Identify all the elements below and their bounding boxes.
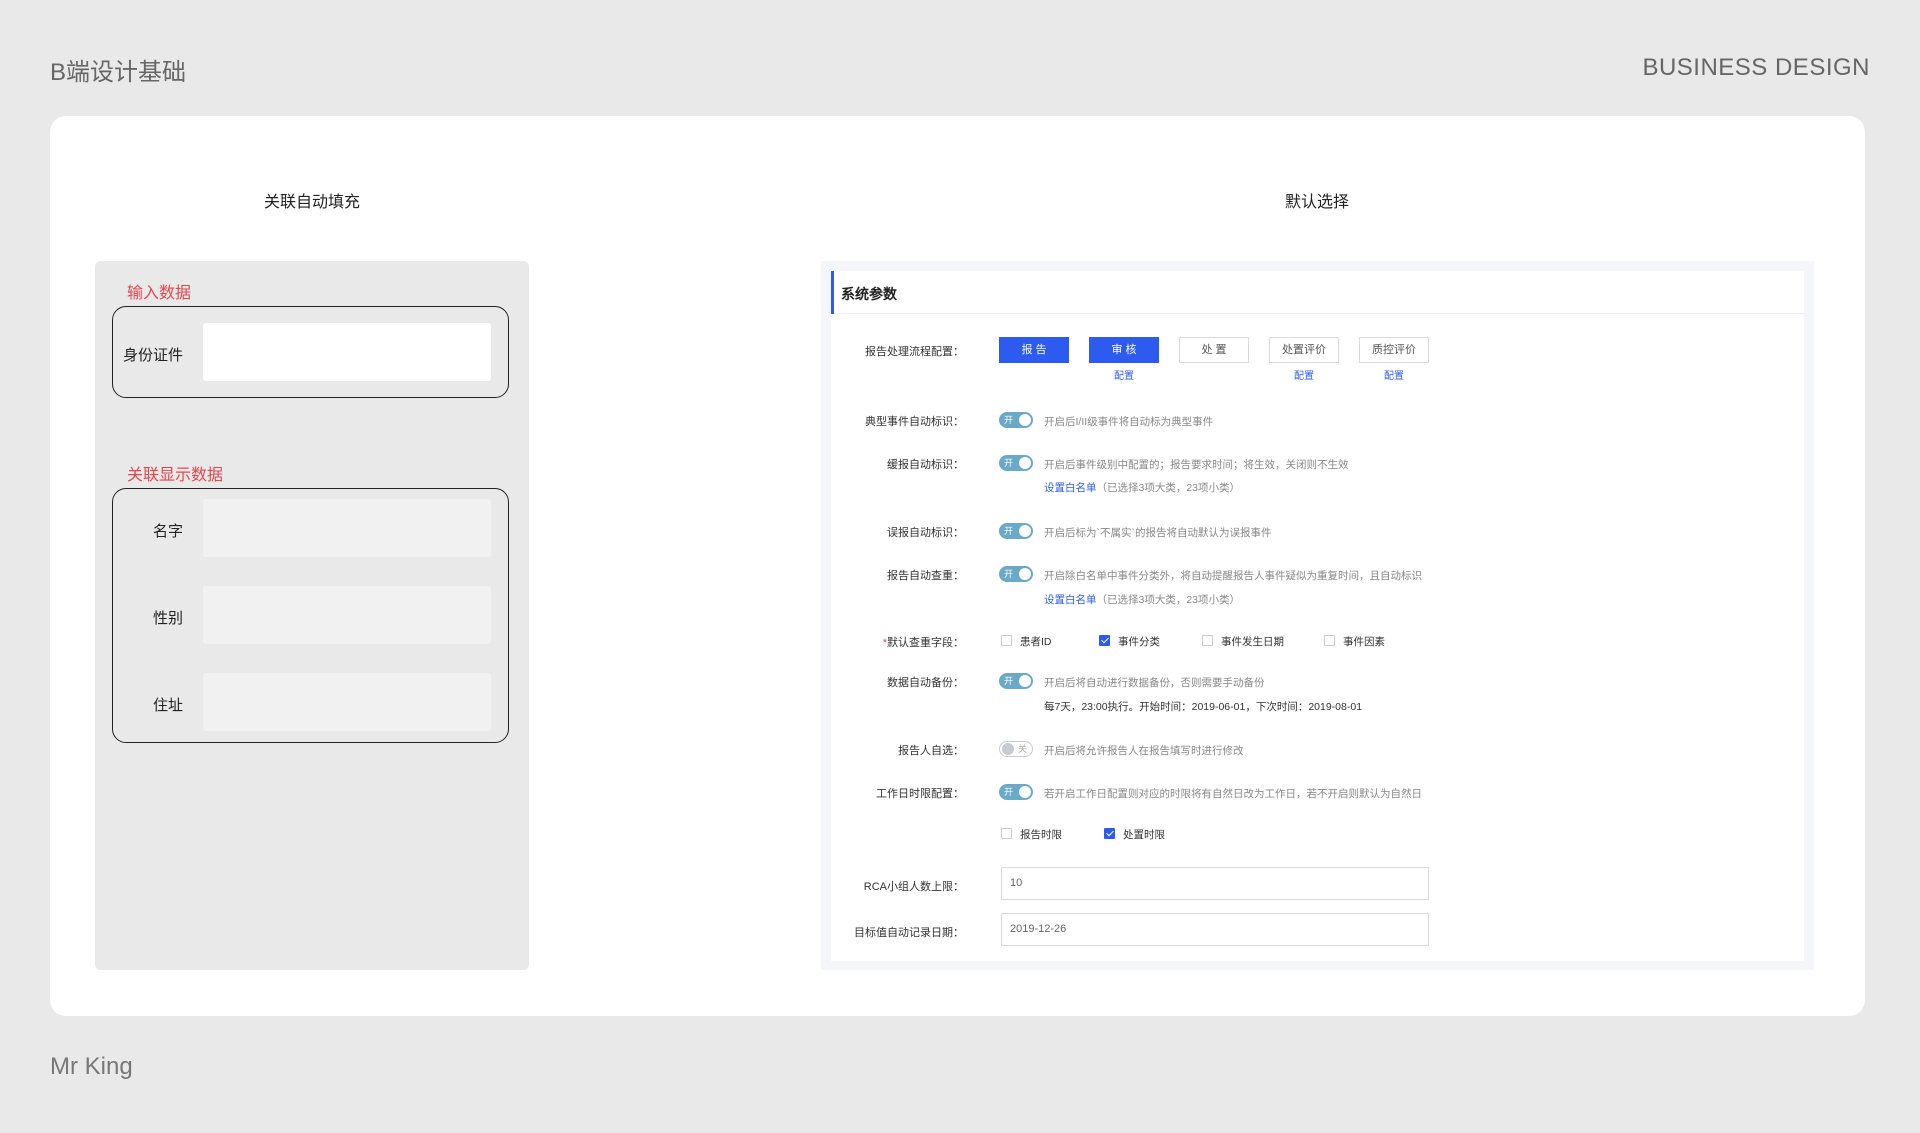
self-select-toggle[interactable]: 关 [999,741,1033,757]
qc-eval-config-link[interactable]: 配置 [1359,367,1429,382]
backup-schedule: 每7天，23:00执行。开始时间：2019-06-01，下次时间：2019-08… [1044,701,1363,713]
set-whitelist-link[interactable]: 设置白名单 [1044,594,1097,606]
late-report-desc: 开启后事件级别中配置的；报告要求时间；将生效，关闭则不生效 [1044,459,1349,471]
display-group-box: 名字 性别 住址 [112,488,509,743]
toggle-knob [1019,675,1031,687]
self-select-label: 报告人自选： [898,745,964,757]
self-select-desc: 开启后将允许报告人在报告填写时进行修改 [1044,745,1244,757]
event-category-checkbox[interactable] [1099,635,1110,646]
toggle-state-text: 开 [1004,526,1014,536]
toggle-state-text: 开 [1004,458,1014,468]
step-report-button[interactable]: 报 告 [999,337,1069,363]
left-section-title: 关联自动填充 [263,194,361,211]
review-config-link[interactable]: 配置 [1089,367,1159,382]
header-accent-bar [831,271,834,314]
false-report-toggle[interactable]: 开 [999,523,1033,539]
id-card-label: 身份证件 [122,347,183,364]
report-limit-label: 报告时限 [1020,829,1062,841]
gender-field [203,586,491,644]
workday-desc: 若开启工作日配置则对应的时限将有自然日改为工作日，若不开启则默认为自然日 [1044,788,1422,800]
dedupe-whitelist: 设置白名单（已选择3项大类，23项小类） [1044,592,1240,607]
dedupe-fields-label: *默认查重字段： [883,634,964,650]
whitelist-note: （已选择3项大类，23项小类） [1096,594,1241,606]
system-params-form: 系统参数 报告处理流程配置： 报 告 审 核 处 置 处置评价 质控评价 配置 … [831,271,1804,961]
toggle-knob [1019,457,1031,469]
false-report-desc: 开启后标为`不属实`的报告将自动默认为误报事件 [1044,527,1272,539]
event-factor-checkbox[interactable] [1324,635,1335,646]
patient-id-label: 患者ID [1020,636,1052,648]
typical-event-label: 典型事件自动标识： [865,416,964,428]
event-category-label: 事件分类 [1118,636,1160,648]
whitelist-note: （已选择3项大类，23项小类） [1096,482,1241,494]
late-report-label: 缓报自动标识： [887,459,964,471]
right-section-title: 默认选择 [1284,194,1350,211]
author-name: Mr King [50,1053,133,1080]
process-label: 报告处理流程配置： [865,346,964,358]
toggle-state-text: 开 [1004,415,1014,425]
event-date-label: 事件发生日期 [1221,636,1284,648]
event-factor-label: 事件因素 [1343,636,1385,648]
dispose-limit-label: 处置时限 [1123,829,1165,841]
dedupe-fields-label-text: 默认查重字段： [887,637,964,649]
rca-limit-input[interactable]: 10 [1001,867,1429,900]
event-date-checkbox[interactable] [1202,635,1213,646]
backup-desc: 开启后将自动进行数据备份，否则需要手动备份 [1044,677,1265,689]
dedupe-check-label: 报告自动查重： [887,570,964,582]
toggle-knob [1002,743,1014,755]
toggle-knob [1019,786,1031,798]
toggle-knob [1019,568,1031,580]
workday-toggle[interactable]: 开 [999,784,1033,800]
step-qc-eval-button[interactable]: 质控评价 [1359,337,1429,363]
step-dispose-button[interactable]: 处 置 [1179,337,1249,363]
late-report-whitelist: 设置白名单（已选择3项大类，23项小类） [1044,480,1240,495]
brand-subtitle: BUSINESS DESIGN [1642,54,1870,81]
toggle-knob [1019,414,1031,426]
toggle-knob [1019,525,1031,537]
toggle-state-text: 关 [1017,744,1027,754]
backup-label: 数据自动备份： [887,677,964,689]
target-date-label: 目标值自动记录日期： [854,927,964,939]
toggle-state-text: 开 [1004,569,1014,579]
address-label: 住址 [152,697,183,714]
name-field [203,499,491,557]
step-review-button[interactable]: 审 核 [1089,337,1159,363]
id-card-input[interactable] [203,323,491,381]
name-label: 名字 [152,523,183,540]
set-whitelist-link[interactable]: 设置白名单 [1044,482,1097,494]
target-date-input[interactable]: 2019-12-26 [1001,913,1429,946]
input-group-box: 身份证件 [112,306,509,398]
false-report-label: 误报自动标识： [887,527,964,539]
report-limit-checkbox[interactable] [1001,828,1012,839]
system-params-panel: 系统参数 报告处理流程配置： 报 告 审 核 处 置 处置评价 质控评价 配置 … [821,261,1814,970]
input-group-label: 输入数据 [127,285,192,302]
backup-toggle[interactable]: 开 [999,673,1033,689]
dedupe-check-toggle[interactable]: 开 [999,566,1033,582]
display-group-label: 关联显示数据 [127,467,224,484]
dedupe-check-desc: 开启除白名单中事件分类外，将自动提醒报告人事件疑似为重复时间，且自动标识 [1044,570,1422,582]
toggle-state-text: 开 [1004,676,1014,686]
brand-title: B端设计基础 [50,59,187,86]
workday-label: 工作日时限配置： [876,788,964,800]
toggle-state-text: 开 [1004,787,1014,797]
panel-header: 系统参数 [831,271,1804,314]
gender-label: 性别 [152,610,183,627]
auto-fill-panel: 输入数据 身份证件 关联显示数据 名字 性别 住址 [95,261,529,970]
late-report-toggle[interactable]: 开 [999,455,1033,471]
dispose-limit-checkbox[interactable] [1104,828,1115,839]
address-field [203,673,491,731]
dispose-eval-config-link[interactable]: 配置 [1269,367,1339,382]
patient-id-checkbox[interactable] [1001,635,1012,646]
step-dispose-eval-button[interactable]: 处置评价 [1269,337,1339,363]
typical-event-toggle[interactable]: 开 [999,412,1033,428]
panel-title: 系统参数 [841,286,897,302]
typical-event-desc: 开启后I/II级事件将自动标为典型事件 [1044,416,1214,428]
content-card: 关联自动填充 默认选择 输入数据 身份证件 关联显示数据 名字 性别 住址 系统… [50,116,1865,1016]
rca-label: RCA小组人数上限： [863,881,964,893]
